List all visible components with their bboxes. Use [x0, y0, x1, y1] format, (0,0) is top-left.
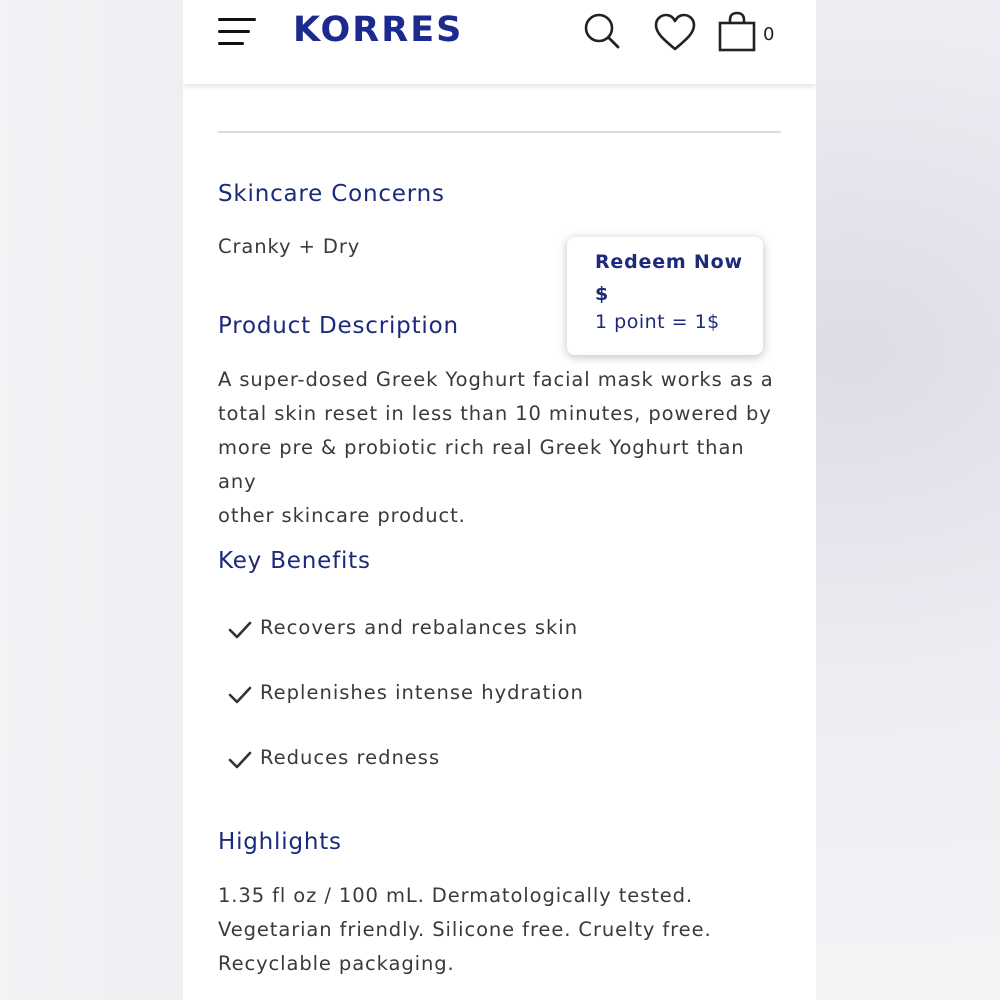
description-line: total skin reset in less than 10 minutes… — [218, 402, 772, 425]
description-line: more pre & probiotic rich real Greek Yog… — [218, 436, 745, 493]
cart-count[interactable]: 0 — [763, 24, 774, 45]
description-line: other skincare product. — [218, 504, 466, 527]
skincare-concerns-value: Cranky + Dry — [218, 235, 361, 258]
description-line: A super-dosed Greek Yoghurt facial mask … — [218, 368, 774, 391]
brand-logo[interactable]: KORRES — [293, 10, 463, 50]
product-description-title: Product Description — [218, 313, 459, 339]
highlights-text: 1.35 fl oz / 100 mL. Dermatologically te… — [218, 879, 712, 981]
divider — [218, 131, 781, 133]
benefit-text: Recovers and rebalances skin — [260, 616, 579, 639]
highlights-line: 1.35 fl oz / 100 mL. Dermatologically te… — [218, 884, 694, 907]
redeem-currency-symbol: $ — [595, 283, 609, 305]
menu-icon[interactable] — [218, 17, 256, 47]
check-icon — [228, 620, 252, 644]
check-icon — [228, 750, 252, 774]
site-header: KORRES 0 — [183, 0, 816, 84]
product-description-text: A super-dosed Greek Yoghurt facial mask … — [218, 363, 781, 533]
mobile-page: KORRES 0 Skincare Concerns Cranky + Dry … — [183, 0, 816, 1000]
redeem-rate: 1 point = 1$ — [595, 311, 720, 333]
key-benefits-title: Key Benefits — [218, 548, 371, 574]
search-icon[interactable] — [583, 12, 623, 56]
heart-icon[interactable] — [653, 13, 697, 57]
benefit-text: Replenishes intense hydration — [260, 681, 584, 704]
highlights-line: Recyclable packaging. — [218, 952, 455, 975]
redeem-now-label[interactable]: Redeem Now — [595, 251, 743, 273]
skincare-concerns-title: Skincare Concerns — [218, 181, 445, 207]
shopping-bag-icon[interactable] — [718, 11, 758, 57]
highlights-title: Highlights — [218, 829, 342, 855]
background-left — [0, 0, 183, 1000]
benefit-text: Reduces redness — [260, 746, 441, 769]
highlights-line: Vegetarian friendly. Silicone free. Crue… — [218, 918, 712, 941]
redeem-popup[interactable]: Redeem Now $ 1 point = 1$ — [567, 237, 763, 355]
check-icon — [228, 685, 252, 709]
